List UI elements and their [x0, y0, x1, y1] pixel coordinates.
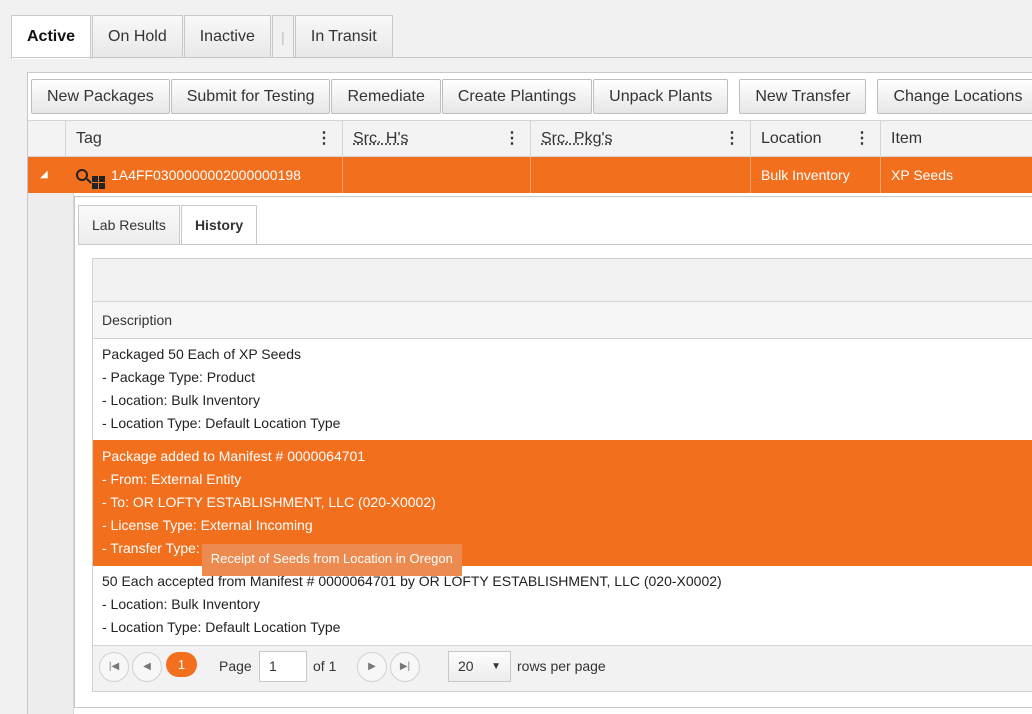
rows-per-page-label: rows per page [517, 658, 606, 674]
history-line: - License Type: External Incoming [102, 517, 313, 533]
src-packages-cell [530, 157, 750, 193]
remediate-button[interactable]: Remediate [331, 79, 441, 114]
history-line: Package added to Manifest # 0000064701 [102, 448, 366, 464]
column-header-tag[interactable]: Tag ⋮ [65, 121, 342, 157]
history-line: - From: External Entity [102, 471, 242, 487]
new-packages-button[interactable]: New Packages [31, 79, 170, 114]
history-row[interactable]: 50 Each accepted from Manifest # 0000064… [93, 570, 1032, 639]
page-size-value: 20 [458, 658, 474, 674]
collapse-arrow-icon[interactable]: ◢ [40, 157, 48, 193]
grid-icon[interactable] [92, 176, 105, 189]
action-toolbar: New Packages Submit for Testing Remediat… [31, 79, 1032, 114]
column-src-h-label: Src. H's [353, 130, 409, 147]
app-root: Active On Hold Inactive | In Transit New… [0, 0, 1032, 714]
history-grid-toolbar [93, 259, 1032, 302]
table-row[interactable]: ◢ 1A4FF0300000002000000198 Bulk Inventor… [28, 157, 1032, 193]
history-line: - Package Type: Product [102, 369, 256, 385]
current-page-button[interactable]: 1 [166, 652, 197, 677]
tab-on-hold[interactable]: On Hold [92, 15, 183, 58]
prev-page-button[interactable]: ◀ [132, 652, 162, 682]
column-item-label: Item [891, 130, 923, 147]
package-tag: 1A4FF0300000002000000198 [111, 167, 301, 183]
column-location-label: Location [761, 130, 822, 147]
detail-tabs-divider [78, 244, 1032, 245]
column-header-location[interactable]: Location ⋮ [750, 121, 880, 157]
tab-in-transit[interactable]: In Transit [294, 15, 393, 58]
first-page-button[interactable]: |◀ [99, 652, 129, 682]
column-menu-icon[interactable]: ⋮ [724, 121, 740, 157]
history-line: 50 Each accepted from Manifest # 0000064… [102, 573, 722, 589]
location-cell: Bulk Inventory [750, 157, 880, 193]
history-line: - Location: Bulk Inventory [102, 392, 260, 408]
change-locations-button[interactable]: Change Locations [877, 79, 1032, 114]
unpack-plants-button[interactable]: Unpack Plants [593, 79, 729, 114]
page-size-select[interactable]: 20 ▼ [448, 651, 511, 682]
packages-grid-header: Tag ⋮ Src. H's ⋮ Src. Pkg's ⋮ Location ⋮… [28, 120, 1032, 157]
column-src-pkg-label: Src. Pkg's [541, 130, 613, 147]
column-tag-label: Tag [76, 130, 102, 147]
search-icon[interactable] [76, 169, 88, 181]
history-line: Packaged 50 Each of XP Seeds [102, 346, 301, 362]
column-menu-icon[interactable]: ⋮ [504, 121, 520, 157]
history-row[interactable]: Package added to Manifest # 0000064701 -… [93, 440, 1032, 576]
tab-active[interactable]: Active [11, 15, 92, 59]
item-cell: XP Seeds [880, 157, 1032, 193]
tabs-divider [11, 57, 1032, 58]
history-line: - Location Type: Default Location Type [102, 619, 341, 635]
tab-inactive[interactable]: Inactive [183, 15, 271, 58]
column-menu-icon[interactable]: ⋮ [316, 121, 332, 157]
tag-cell: 1A4FF0300000002000000198 [65, 157, 342, 193]
transfer-type-label: - Transfer Type: [102, 540, 200, 556]
page-number-input[interactable]: 1 [259, 651, 307, 682]
next-page-button[interactable]: ▶ [357, 652, 387, 682]
submit-for-testing-button[interactable]: Submit for Testing [170, 79, 331, 114]
history-line: - To: OR LOFTY ESTABLISHMENT, LLC (020-X… [102, 494, 436, 510]
page-label: Page [219, 658, 252, 674]
src-harvests-cell [342, 157, 530, 193]
tab-lab-results[interactable]: Lab Results [78, 205, 180, 244]
history-line: - Location: Bulk Inventory [102, 596, 260, 612]
status-tabs: Active On Hold Inactive | In Transit [11, 15, 394, 59]
detail-tabs: Lab Results History [78, 205, 258, 245]
column-header-src-packages[interactable]: Src. Pkg's ⋮ [530, 121, 750, 157]
new-transfer-button[interactable]: New Transfer [739, 79, 867, 114]
column-header-src-harvests[interactable]: Src. H's ⋮ [342, 121, 530, 157]
chevron-down-icon: ▼ [491, 661, 501, 672]
column-header-description[interactable]: Description [93, 302, 1032, 339]
column-header-item[interactable]: Item [880, 121, 1032, 157]
detail-gutter [28, 193, 74, 714]
history-line: - Location Type: Default Location Type [102, 415, 341, 431]
history-line: - Transfer Type:Receipt of Seeds from Lo… [102, 537, 1032, 576]
tab-history[interactable]: History [180, 205, 258, 245]
history-row[interactable]: Packaged 50 Each of XP Seeds - Package T… [93, 343, 1032, 435]
last-page-button[interactable]: ▶| [390, 652, 420, 682]
create-plantings-button[interactable]: Create Plantings [441, 79, 593, 114]
page-count-label: of 1 [313, 658, 337, 674]
column-menu-icon[interactable]: ⋮ [854, 121, 870, 157]
tab-separator: | [271, 15, 294, 58]
